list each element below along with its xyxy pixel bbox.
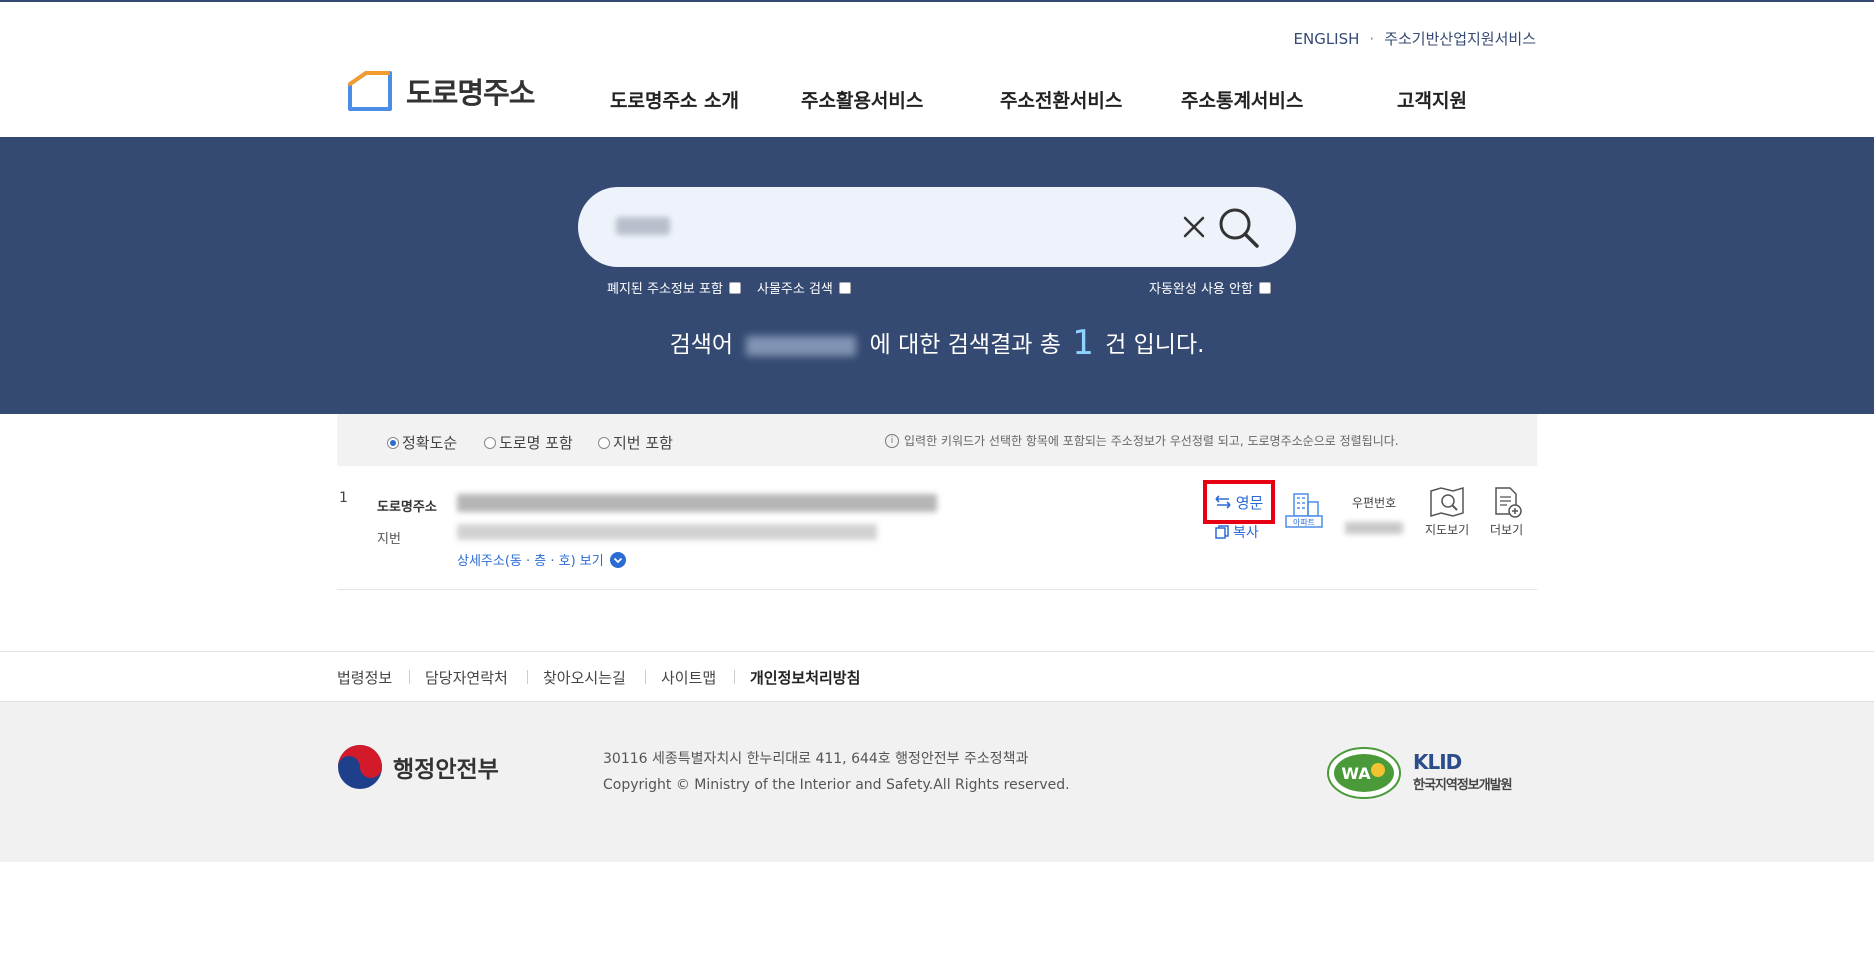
footer-links: 법령정보 담당자연락처 찾아오시는길 사이트맵 개인정보처리방침: [0, 651, 1874, 702]
result-summary: 검색어 에 대한 검색결과 총 1 건 입니다.: [0, 323, 1874, 363]
document-plus-icon: [1494, 487, 1522, 518]
english-link[interactable]: ENGLISH: [1294, 30, 1360, 48]
nav-intro[interactable]: 도로명주소 소개: [610, 86, 739, 113]
nav-utilization[interactable]: 주소활용서비스: [801, 86, 923, 113]
footer-link-directions[interactable]: 찾아오시는길: [543, 667, 626, 688]
zip-code-redacted: [1345, 522, 1403, 534]
radio-icon: [484, 436, 496, 449]
footer-divider: [527, 670, 528, 684]
jibun-address-label: 지번: [377, 532, 401, 547]
option-object-address-checkbox[interactable]: [838, 281, 851, 294]
option-abolished: 폐지된 주소정보 포함: [607, 278, 741, 297]
option-autocomplete: 자동완성 사용 안함: [1149, 278, 1271, 297]
klid-ko: 한국지역정보개발원: [1413, 778, 1513, 793]
footer-link-contact[interactable]: 담당자연락처: [425, 667, 508, 688]
summary-mid: 에 대한 검색결과 총: [869, 332, 1061, 358]
option-object-address: 사물주소 검색: [757, 278, 851, 297]
sort-bar: 정확도순 도로명 포함 지번 포함 i 입력한 키워드가 선택한 항목에 포함되…: [337, 414, 1537, 466]
search-query-redacted: [616, 217, 670, 235]
nav-support[interactable]: 고객지원: [1397, 86, 1467, 113]
taegeuk-emblem-icon: [338, 745, 382, 789]
apartment-label: 아파트: [1293, 517, 1315, 527]
footer-copyright: Copyright © Ministry of the Interior and…: [603, 777, 1070, 793]
mois-text: 행정안전부: [393, 757, 499, 783]
site-footer: 행정안전부 30116 세종특별자치시 한누리대로 411, 644호 행정안전…: [0, 702, 1874, 862]
utility-links: ENGLISH · 주소기반산업지원서비스: [1294, 28, 1537, 49]
industry-support-link[interactable]: 주소기반산업지원서비스: [1384, 28, 1536, 49]
option-object-address-label: 사물주소 검색: [757, 282, 833, 297]
result-count: 1: [1072, 323, 1094, 363]
sort-accuracy-label: 정확도순: [402, 434, 458, 452]
klid-logo: KLID 한국지역정보개발원: [1413, 750, 1513, 793]
english-address-button[interactable]: 영문: [1203, 480, 1275, 524]
sort-jibun-label: 지번 포함: [613, 434, 673, 452]
footer-address: 30116 세종특별자치시 한누리대로 411, 644호 행정안전부 주소정책…: [603, 751, 1029, 767]
search-input[interactable]: [614, 207, 1174, 247]
main-navigation: 도로명주소 소개 주소활용서비스 주소전환서비스 주소통계서비스 고객지원: [0, 86, 1874, 116]
jibun-address-redacted: [457, 524, 877, 540]
search-icon[interactable]: [1216, 205, 1262, 251]
svg-text:WA: WA: [1341, 764, 1371, 783]
road-address-label: 도로명주소: [377, 500, 437, 515]
road-address-redacted: [457, 494, 937, 512]
util-separator: ·: [1369, 29, 1375, 48]
detail-address-link[interactable]: 상세주소(동 · 층 · 호) 보기: [457, 550, 626, 569]
option-autocomplete-label: 자동완성 사용 안함: [1149, 282, 1253, 297]
summary-suffix: 건 입니다.: [1105, 332, 1205, 358]
copy-label: 복사: [1233, 525, 1259, 541]
apartment-icon[interactable]: 아파트: [1284, 492, 1324, 528]
option-abolished-label: 폐지된 주소정보 포함: [607, 282, 723, 297]
footer-link-sitemap[interactable]: 사이트맵: [661, 667, 716, 688]
nav-statistics[interactable]: 주소통계서비스: [1181, 86, 1303, 113]
summary-prefix: 검색어: [669, 332, 734, 358]
search-box: [578, 187, 1296, 267]
footer-divider: [734, 670, 735, 684]
nav-conversion[interactable]: 주소전환서비스: [1000, 86, 1122, 113]
klid-en: KLID: [1413, 750, 1462, 774]
result-number: 1: [339, 490, 348, 506]
english-label: 영문: [1235, 493, 1264, 512]
copy-icon: [1215, 525, 1229, 539]
sort-hint: i 입력한 키워드가 선택한 항목에 포함되는 주소정보가 우선정렬 되고, 도…: [885, 432, 1399, 449]
radio-selected-icon: [387, 436, 399, 449]
map-view-label: 지도보기: [1425, 523, 1470, 537]
sort-jibun[interactable]: 지번 포함: [598, 432, 673, 453]
result-row: 1 도로명주소 지번 상세주소(동 · 층 · 호) 보기 복사 영문 아파트 …: [337, 466, 1537, 590]
copy-button[interactable]: 복사: [1215, 522, 1259, 542]
more-button[interactable]: 더보기: [1490, 486, 1523, 538]
zip-code-label: 우편번호: [1352, 496, 1397, 510]
footer-divider: [645, 670, 646, 684]
option-autocomplete-checkbox[interactable]: [1258, 281, 1271, 294]
radio-icon: [598, 436, 610, 449]
map-icon: [1430, 486, 1464, 518]
more-label: 더보기: [1490, 523, 1524, 537]
summary-keyword-redacted: [746, 335, 857, 356]
footer-divider: [409, 670, 410, 684]
swap-arrows-icon: [1215, 495, 1231, 509]
info-icon: i: [885, 433, 899, 448]
map-view-button[interactable]: 지도보기: [1425, 486, 1469, 538]
detail-address-label: 상세주소(동 · 층 · 호) 보기: [457, 554, 604, 569]
web-accessibility-mark-icon: WA: [1327, 747, 1401, 799]
mois-logo: 행정안전부: [337, 744, 499, 790]
footer-link-privacy[interactable]: 개인정보처리방침: [750, 667, 860, 688]
sort-road[interactable]: 도로명 포함: [484, 432, 573, 453]
sort-road-label: 도로명 포함: [499, 434, 573, 452]
option-abolished-checkbox[interactable]: [728, 281, 741, 294]
search-banner: 폐지된 주소정보 포함 사물주소 검색 자동완성 사용 안함 검색어 에 대한 …: [0, 137, 1874, 414]
top-border: [0, 0, 1874, 2]
chevron-down-icon: [609, 551, 626, 568]
footer-link-law[interactable]: 법령정보: [337, 667, 392, 688]
clear-icon[interactable]: [1180, 213, 1208, 241]
sort-hint-text: 입력한 키워드가 선택한 항목에 포함되는 주소정보가 우선정렬 되고, 도로명…: [904, 434, 1399, 448]
sort-accuracy[interactable]: 정확도순: [387, 432, 457, 453]
